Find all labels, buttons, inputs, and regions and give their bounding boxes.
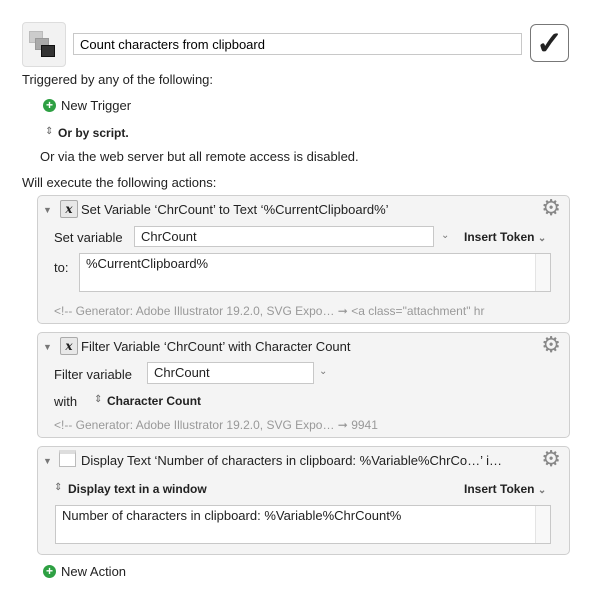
macro-name-input[interactable] xyxy=(73,33,522,55)
action-title: Display Text ‘Number of characters in cl… xyxy=(81,453,502,468)
display-mode-popup[interactable]: Display text in a window xyxy=(68,482,207,496)
text-input[interactable]: %CurrentClipboard% xyxy=(79,253,551,292)
action-result: <!-- Generator: Adobe Illustrator 19.2.0… xyxy=(54,304,485,318)
window-icon xyxy=(59,450,76,467)
disclosure-triangle[interactable]: ▼ xyxy=(43,342,52,352)
stepper-icon[interactable]: ⇕ xyxy=(54,482,62,493)
gear-icon[interactable]: ⚙ xyxy=(541,197,561,219)
gear-icon[interactable]: ⚙ xyxy=(541,334,561,356)
variable-icon: x xyxy=(60,200,78,218)
chevron-down-icon[interactable]: ⌄ xyxy=(441,230,449,241)
variable-name-input[interactable]: ChrCount xyxy=(147,362,314,384)
actions-heading: Will execute the following actions: xyxy=(22,175,217,190)
new-trigger-button[interactable]: New Trigger xyxy=(61,98,131,113)
action-filter-variable[interactable]: ▼ x Filter Variable ‘ChrCount’ with Char… xyxy=(37,332,570,438)
to-label: to: xyxy=(54,260,69,275)
filter-popup[interactable]: Character Count xyxy=(107,394,201,408)
action-title: Set Variable ‘ChrCount’ to Text ‘%Curren… xyxy=(81,202,389,217)
action-set-variable[interactable]: ▼ x Set Variable ‘ChrCount’ to Text ‘%Cu… xyxy=(37,195,570,324)
add-action-icon[interactable]: + xyxy=(43,565,56,578)
macro-icon[interactable] xyxy=(22,22,66,67)
disclosure-triangle[interactable]: ▼ xyxy=(43,456,52,466)
scrollbar[interactable] xyxy=(535,506,550,543)
stepper-icon[interactable]: ⇕ xyxy=(94,394,102,405)
variable-name-input[interactable]: ChrCount xyxy=(134,226,434,247)
enabled-checkbox[interactable]: ✓ xyxy=(530,24,569,62)
disclosure-triangle[interactable]: ▼ xyxy=(43,205,52,215)
scrollbar[interactable] xyxy=(535,254,550,291)
filter-variable-label: Filter variable xyxy=(54,367,133,382)
variable-icon: x xyxy=(60,337,78,355)
gear-icon[interactable]: ⚙ xyxy=(541,448,561,470)
action-display-text[interactable]: ▼ Display Text ‘Number of characters in … xyxy=(37,446,570,555)
text-input[interactable]: Number of characters in clipboard: %Vari… xyxy=(55,505,551,544)
action-result: <!-- Generator: Adobe Illustrator 19.2.0… xyxy=(54,418,378,432)
add-trigger-icon[interactable]: + xyxy=(43,99,56,112)
chevron-down-icon[interactable]: ⌄ xyxy=(319,366,327,377)
web-server-note: Or via the web server but all remote acc… xyxy=(40,149,359,164)
set-variable-label: Set variable xyxy=(54,230,123,245)
action-title: Filter Variable ‘ChrCount’ with Characte… xyxy=(81,339,351,354)
triggers-heading: Triggered by any of the following: xyxy=(22,72,214,87)
insert-token-button[interactable]: Insert Token ⌄ xyxy=(464,230,546,244)
with-label: with xyxy=(54,394,78,409)
or-by-script-popup[interactable]: Or by script. xyxy=(58,126,129,140)
insert-token-button[interactable]: Insert Token ⌄ xyxy=(464,482,546,496)
stepper-icon[interactable]: ⇕ xyxy=(45,126,53,137)
new-action-button[interactable]: New Action xyxy=(61,564,126,579)
